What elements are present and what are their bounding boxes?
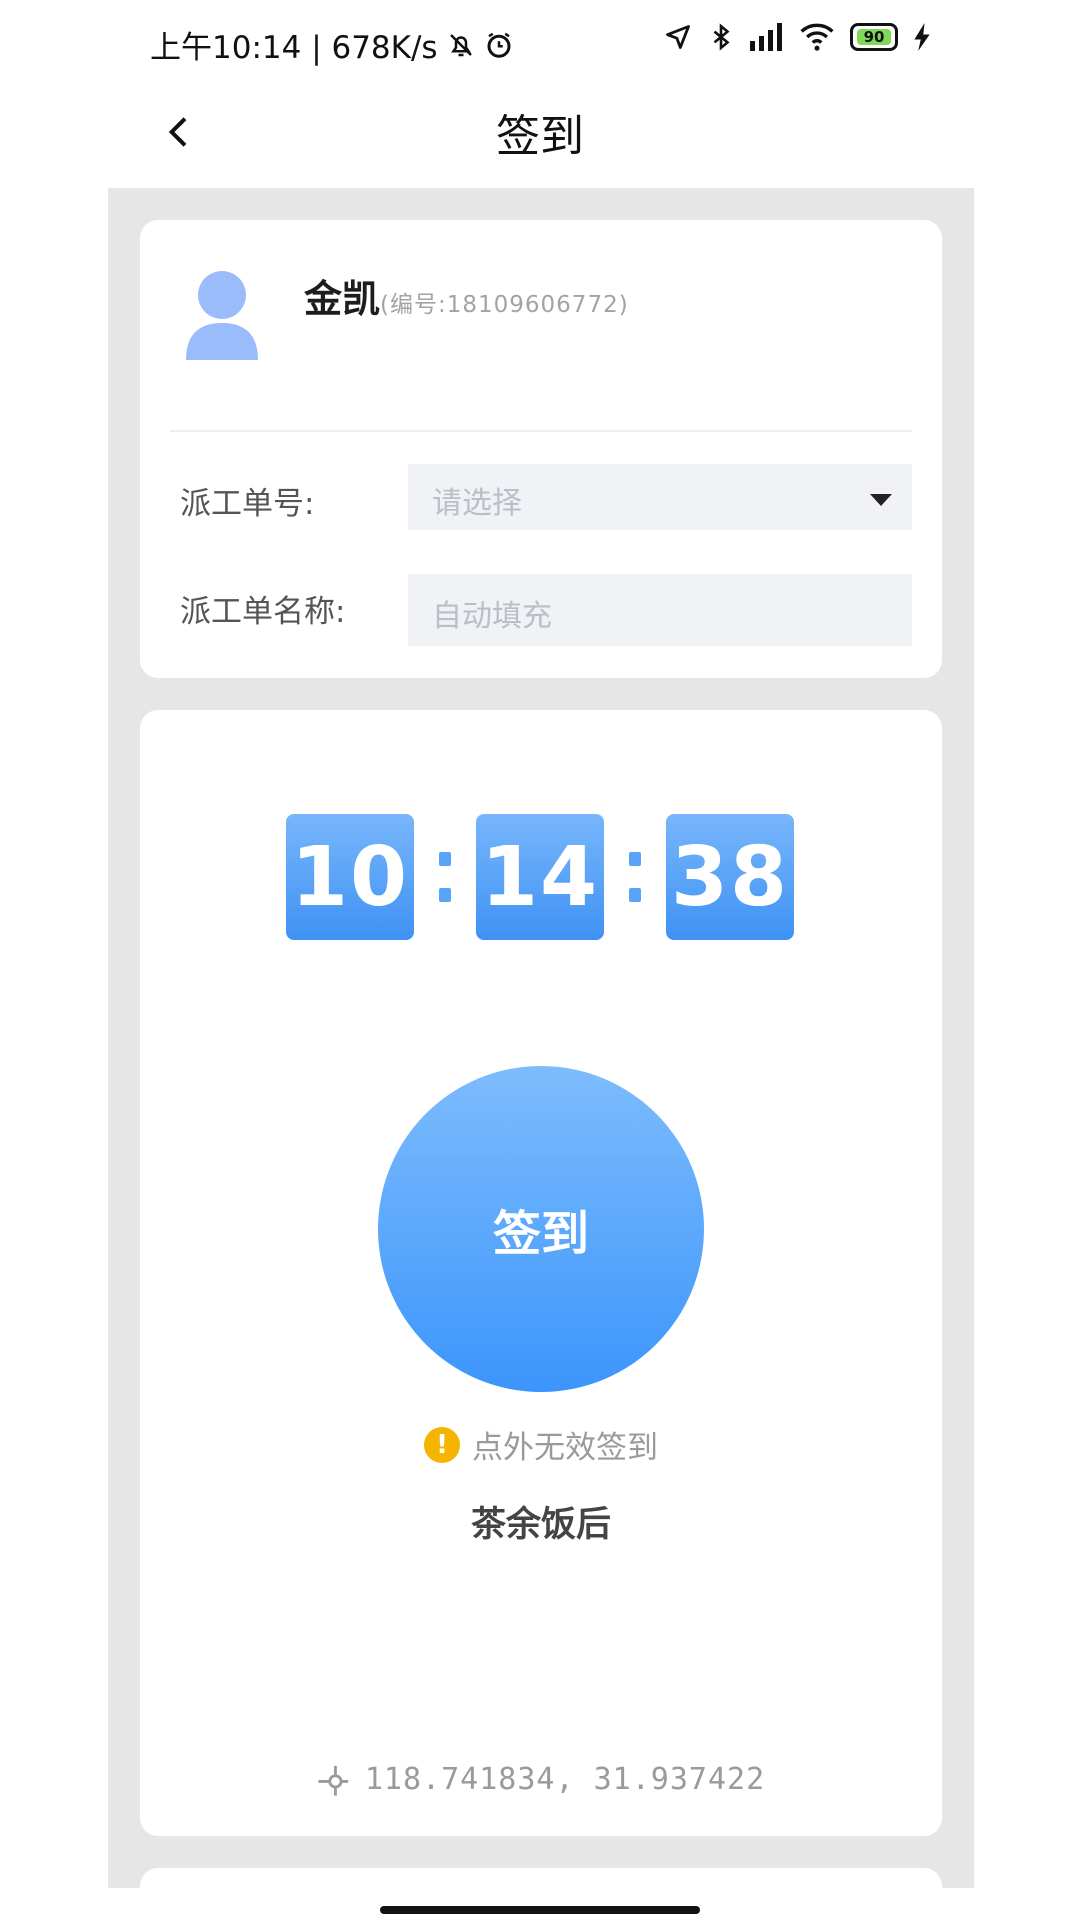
order-no-label: 派工单号:: [180, 486, 315, 522]
warning-text: 点外无效签到: [472, 1430, 658, 1466]
order-no-select[interactable]: 请选择: [408, 464, 912, 530]
bell-off-icon: [446, 30, 476, 60]
alarm-icon: [484, 30, 514, 60]
clock: 10 14 38: [286, 814, 794, 940]
content-area: 金凯(编号:18109606772) 派工单号: 请选择 派工单名称: 自动填充…: [108, 188, 974, 1908]
user-name: 金凯(编号:18109606772): [304, 268, 629, 323]
checkin-button[interactable]: 签到: [378, 1066, 704, 1392]
order-name-label: 派工单名称:: [180, 594, 346, 630]
status-right: 90: [664, 22, 930, 52]
separator-dot: [629, 852, 641, 866]
user-name-text: 金凯: [304, 277, 381, 321]
clock-separator: [414, 852, 476, 902]
clock-hours: 10: [286, 814, 414, 940]
header: 签到: [0, 80, 1080, 188]
charging-icon: [914, 23, 930, 51]
order-no-placeholder: 请选择: [432, 486, 522, 521]
clock-seconds: 38: [666, 814, 794, 940]
checkin-card: 10 14 38 签到 ! 点外无效签到 茶余饭后 118.741834, 31…: [140, 710, 942, 1836]
crosshair-icon: [318, 1765, 349, 1796]
status-bar: 上午10:14 | 678K/s 90: [0, 0, 1080, 80]
battery-icon: 90: [850, 23, 898, 51]
profile-card: 金凯(编号:18109606772) 派工单号: 请选择 派工单名称: 自动填充: [140, 220, 942, 678]
clock-separator: [604, 852, 666, 902]
separator-dot: [439, 888, 451, 902]
warning-row: ! 点外无效签到: [140, 1422, 942, 1467]
separator-dot: [629, 888, 641, 902]
avatar: [184, 268, 260, 360]
caret-down-icon: [870, 494, 892, 506]
order-name-field[interactable]: 自动填充: [408, 574, 912, 646]
location-name: 茶余饭后: [470, 1505, 611, 1545]
home-indicator[interactable]: [380, 1906, 700, 1914]
warning-icon: !: [424, 1426, 460, 1463]
battery-level: 90: [857, 28, 891, 46]
status-time-speed: 上午10:14 | 678K/s: [150, 30, 438, 66]
location-arrow-icon: [664, 23, 692, 51]
wifi-icon: [800, 23, 834, 51]
page-title: 签到: [496, 111, 584, 162]
order-name-placeholder: 自动填充: [432, 599, 552, 634]
next-card: [140, 1868, 942, 1908]
coordinates-row: 118.741834, 31.937422: [140, 1762, 942, 1797]
user-id: (编号:18109606772): [380, 292, 629, 318]
clock-minutes: 14: [476, 814, 604, 940]
divider: [170, 430, 912, 432]
coordinates-text: 118.741834, 31.937422: [364, 1762, 766, 1797]
bluetooth-icon: [708, 22, 734, 52]
separator-dot: [439, 852, 451, 866]
status-left: 上午10:14 | 678K/s: [150, 22, 514, 67]
signal-icon: [750, 23, 784, 51]
